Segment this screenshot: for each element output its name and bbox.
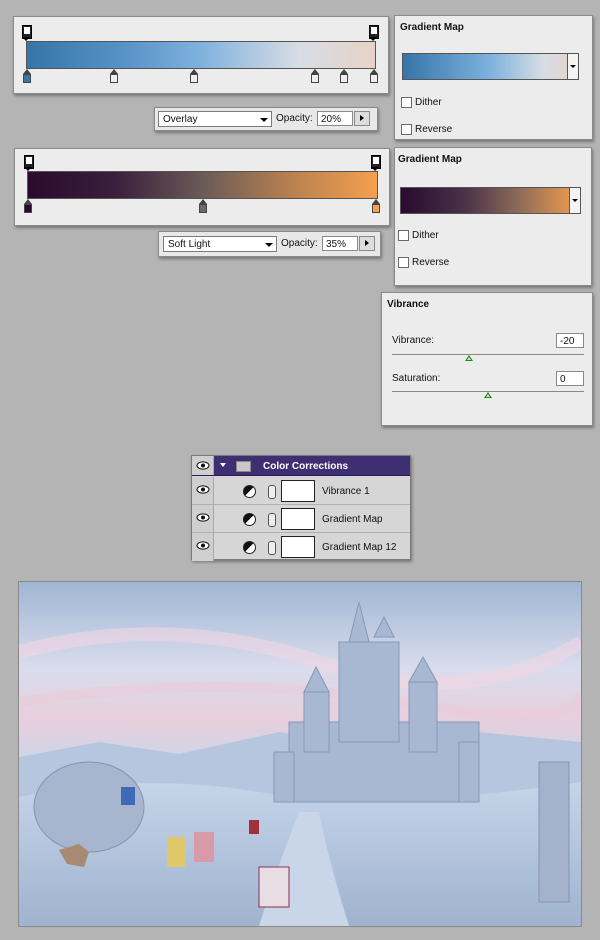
opacity-input[interactable]: 20% xyxy=(317,111,353,126)
blend-options-1: Overlay Opacity: 20% xyxy=(154,107,378,131)
layer-name: Gradient Map 12 xyxy=(322,542,397,553)
vibrance-label: Vibrance: xyxy=(392,335,435,346)
saturation-label: Saturation: xyxy=(392,373,441,384)
layer-name: Vibrance 1 xyxy=(322,486,370,497)
layer-name: Gradient Map xyxy=(322,514,383,525)
color-stop[interactable] xyxy=(24,199,32,213)
color-stop[interactable] xyxy=(372,199,380,213)
chain-icon[interactable] xyxy=(268,513,276,527)
eye-icon xyxy=(196,513,210,522)
layer-mask-thumbnail[interactable] xyxy=(281,480,315,502)
color-stop[interactable] xyxy=(110,69,118,83)
chevron-down-icon xyxy=(265,243,273,247)
layer-row[interactable]: Vibrance 1 xyxy=(192,477,410,505)
layer-row[interactable]: Gradient Map 12 xyxy=(192,533,410,561)
dither-checkbox[interactable] xyxy=(398,230,409,241)
visibility-toggle[interactable] xyxy=(192,533,214,561)
opacity-value: 35% xyxy=(326,239,347,250)
chevron-down-icon[interactable] xyxy=(567,53,579,80)
chevron-down-icon xyxy=(260,118,268,122)
color-stop[interactable] xyxy=(23,69,31,83)
opacity-stop-right[interactable] xyxy=(371,155,381,171)
gradient-editor-2 xyxy=(14,148,390,226)
vibrance-slider-thumb[interactable] xyxy=(465,355,473,361)
group-name: Color Corrections xyxy=(263,461,349,472)
adjustment-icon xyxy=(243,485,256,498)
dither-checkbox[interactable] xyxy=(401,97,412,108)
eye-icon xyxy=(196,541,210,550)
color-stop[interactable] xyxy=(340,69,348,83)
triangle-right-icon[interactable] xyxy=(359,236,375,251)
visibility-toggle[interactable] xyxy=(192,505,214,532)
reverse-checkbox[interactable] xyxy=(398,257,409,268)
reverse-label: Reverse xyxy=(412,257,450,268)
adjustment-icon xyxy=(243,541,256,554)
blend-mode-select[interactable]: Overlay xyxy=(158,111,272,127)
opacity-label: Opacity: xyxy=(276,113,313,124)
visibility-toggle[interactable] xyxy=(192,456,214,475)
artwork-preview xyxy=(18,581,582,927)
gradient-picker[interactable] xyxy=(402,53,579,80)
snow-castle-artwork xyxy=(19,582,581,926)
dither-label: Dither xyxy=(412,230,439,241)
chevron-down-icon[interactable] xyxy=(569,187,581,214)
eye-icon xyxy=(196,485,210,494)
vibrance-input[interactable]: -20 xyxy=(556,333,584,348)
gradient-picker[interactable] xyxy=(400,187,581,214)
panel-title: Gradient Map xyxy=(398,154,462,165)
triangle-right-icon[interactable] xyxy=(354,111,370,126)
vibrance-panel: Vibrance Vibrance: -20 Saturation: 0 xyxy=(381,292,593,426)
gradient-map-panel-2: Gradient Map Dither Reverse xyxy=(394,147,592,286)
vibrance-slider-track[interactable] xyxy=(392,354,584,355)
layer-row[interactable]: Gradient Map xyxy=(192,505,410,533)
blend-mode-value: Overlay xyxy=(163,114,198,125)
opacity-input[interactable]: 35% xyxy=(322,236,358,251)
color-stop[interactable] xyxy=(370,69,378,83)
blend-mode-value: Soft Light xyxy=(168,239,211,250)
reverse-label: Reverse xyxy=(415,124,453,135)
saturation-slider-thumb[interactable] xyxy=(484,392,492,398)
color-stop[interactable] xyxy=(199,199,207,213)
opacity-label: Opacity: xyxy=(281,238,318,249)
folder-icon xyxy=(236,461,251,472)
gradient-map-panel-1: Gradient Map Dither Reverse xyxy=(394,15,593,140)
blend-options-2: Soft Light Opacity: 35% xyxy=(158,231,381,257)
adjustment-icon xyxy=(243,513,256,526)
vibrance-value: -20 xyxy=(560,336,575,347)
saturation-value: 0 xyxy=(560,374,566,385)
opacity-value: 20% xyxy=(321,114,342,125)
color-stop[interactable] xyxy=(311,69,319,83)
color-stop[interactable] xyxy=(190,69,198,83)
blend-mode-select[interactable]: Soft Light xyxy=(163,236,277,252)
layers-panel: Color Corrections Vibrance 1 Gradient Ma… xyxy=(191,455,411,561)
chain-icon[interactable] xyxy=(268,541,276,555)
gradient-bar-1 xyxy=(26,41,376,69)
chain-icon[interactable] xyxy=(268,485,276,499)
dither-label: Dither xyxy=(415,97,442,108)
layer-mask-thumbnail[interactable] xyxy=(281,508,315,530)
chevron-down-icon[interactable] xyxy=(220,463,226,467)
gradient-bar-2 xyxy=(27,171,378,199)
layer-mask-thumbnail[interactable] xyxy=(281,536,315,558)
eye-icon xyxy=(196,461,210,470)
panel-title: Gradient Map xyxy=(400,22,464,33)
layer-group-row[interactable]: Color Corrections xyxy=(192,456,410,476)
panel-title: Vibrance xyxy=(387,299,430,310)
reverse-checkbox[interactable] xyxy=(401,124,412,135)
opacity-stop-left[interactable] xyxy=(24,155,34,171)
opacity-stop-left[interactable] xyxy=(22,25,32,41)
opacity-stop-right[interactable] xyxy=(369,25,379,41)
saturation-input[interactable]: 0 xyxy=(556,371,584,386)
gradient-editor-1 xyxy=(13,16,389,94)
visibility-toggle[interactable] xyxy=(192,477,214,504)
